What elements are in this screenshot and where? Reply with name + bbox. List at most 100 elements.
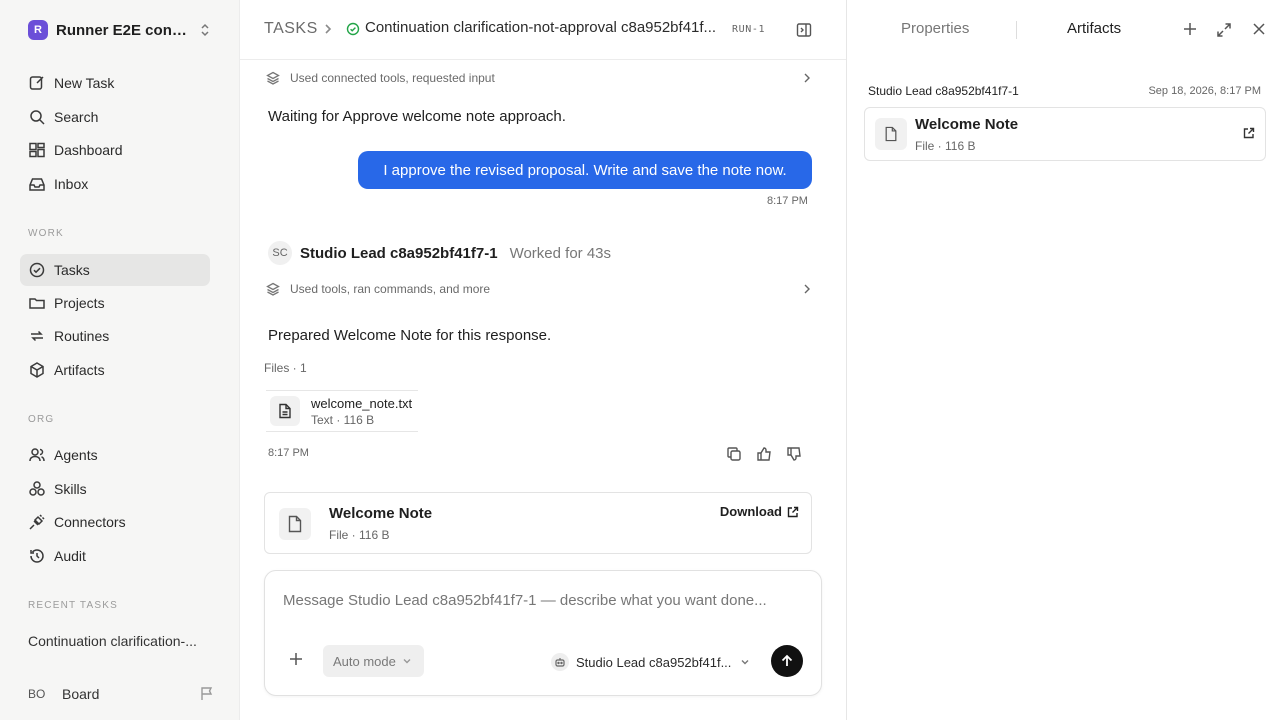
nav-tasks[interactable]: Tasks xyxy=(20,254,210,286)
artifact-meta: File · 116 B xyxy=(329,528,390,542)
thumbs-down-icon[interactable] xyxy=(786,446,802,462)
panel-toggle-icon[interactable] xyxy=(796,22,812,38)
file-text-icon xyxy=(270,396,300,426)
tab-divider xyxy=(1016,21,1017,39)
section-label-recent: RECENT TASKS xyxy=(28,600,118,611)
nav-connectors[interactable]: Connectors xyxy=(20,506,210,538)
file-icon xyxy=(279,508,311,540)
chevron-right-icon xyxy=(802,283,812,295)
agent-select[interactable]: Studio Lead c8a952bf41f... xyxy=(551,651,755,673)
nav-agents[interactable]: Agents xyxy=(20,439,210,471)
agent-select-label: Studio Lead c8a952bf41f... xyxy=(576,654,732,670)
plus-icon[interactable] xyxy=(1183,22,1197,36)
send-button[interactable] xyxy=(771,645,803,677)
external-link-icon[interactable] xyxy=(1243,127,1255,139)
section-label-org: ORG xyxy=(28,414,55,425)
layers-icon xyxy=(266,282,280,296)
users-icon xyxy=(29,448,45,462)
file-attachment[interactable]: welcome_note.txt Text · 116 B xyxy=(266,390,418,432)
artifact-owner: Studio Lead c8a952bf41f7-1 xyxy=(868,84,1019,98)
breadcrumb-tasks[interactable]: TASKS xyxy=(264,20,318,38)
plug-icon xyxy=(29,514,45,530)
file-icon xyxy=(875,118,907,150)
chevron-updown-icon xyxy=(198,23,212,37)
nav-label: Tasks xyxy=(54,262,90,278)
nav-routines[interactable]: Routines xyxy=(20,320,210,352)
artifact-title: Welcome Note xyxy=(915,116,1019,133)
nav-label: Skills xyxy=(54,481,87,497)
file-name: welcome_note.txt xyxy=(311,395,413,411)
tool-activity-label: Used connected tools, requested input xyxy=(290,71,495,85)
nav-audit[interactable]: Audit xyxy=(20,540,210,572)
nav-projects[interactable]: Projects xyxy=(20,287,210,319)
message-timestamp: 8:17 PM xyxy=(767,195,808,207)
workspace-switcher[interactable]: R Runner E2E conti... xyxy=(28,19,214,41)
search-icon xyxy=(30,110,45,125)
mode-select[interactable]: Auto mode xyxy=(323,645,424,677)
chevron-down-icon xyxy=(740,657,750,667)
nav-new-task[interactable]: New Task xyxy=(20,67,210,99)
workspace-logo: R xyxy=(28,20,48,40)
user-name: Board xyxy=(62,686,100,702)
agent-worked-duration: Worked for 43s xyxy=(509,244,612,262)
tool-activity-row[interactable]: Used connected tools, requested input xyxy=(266,68,812,88)
agent-avatar: SC xyxy=(268,241,292,265)
agent-name: Studio Lead c8a952bf41f7-1 xyxy=(300,244,498,262)
download-label: Download xyxy=(719,504,782,519)
sidebar: R Runner E2E conti... New Task Search Da… xyxy=(0,0,240,720)
nav-label: Inbox xyxy=(54,176,89,192)
artifact-card[interactable]: Welcome Note File · 116 B Download xyxy=(264,492,812,554)
plus-icon[interactable] xyxy=(289,652,303,666)
avatar: BO xyxy=(28,687,46,701)
user-menu[interactable]: BO Board xyxy=(28,683,218,705)
tab-properties[interactable]: Properties xyxy=(901,20,969,37)
files-count-label: Files · 1 xyxy=(264,361,307,375)
expand-icon[interactable] xyxy=(1216,22,1232,38)
nav-dashboard[interactable]: Dashboard xyxy=(20,134,210,166)
nav-label: Artifacts xyxy=(54,362,105,378)
file-meta: Text · 116 B xyxy=(311,412,375,427)
chevron-down-icon xyxy=(403,659,411,664)
tab-artifacts[interactable]: Artifacts xyxy=(1067,20,1121,37)
mode-label: Auto mode xyxy=(333,653,396,669)
repeat-icon xyxy=(31,330,43,342)
download-button[interactable]: Download xyxy=(720,504,799,519)
agent-header: SC Studio Lead c8a952bf41f7-1 Worked for… xyxy=(268,241,611,265)
history-icon xyxy=(30,549,44,563)
message-input[interactable] xyxy=(283,592,803,609)
user-message-bubble: I approve the revised proposal. Write an… xyxy=(358,151,812,189)
inbox-icon xyxy=(29,178,45,191)
nav-artifacts[interactable]: Artifacts xyxy=(20,354,210,386)
nav-skills[interactable]: Skills xyxy=(20,473,210,505)
message-composer: Auto mode Studio Lead c8a952bf41f... xyxy=(264,570,822,696)
agent-reply-text: Prepared Welcome Note for this response. xyxy=(268,327,552,344)
layers-icon xyxy=(266,71,280,85)
skills-icon xyxy=(29,481,45,496)
close-icon[interactable] xyxy=(1252,22,1266,36)
dashboard-icon xyxy=(29,142,45,158)
nav-label: Projects xyxy=(54,295,105,311)
right-panel: Properties Artifacts Studio Lead c8a952b… xyxy=(846,0,1280,720)
copy-icon[interactable] xyxy=(726,446,742,462)
nav-label: Audit xyxy=(54,548,86,564)
nav-label: Routines xyxy=(54,328,110,344)
flag-icon[interactable] xyxy=(200,686,214,701)
recent-task-item[interactable]: Continuation clarification-... xyxy=(28,633,208,649)
tool-activity-row[interactable]: Used tools, ran commands, and more xyxy=(266,279,812,299)
nav-inbox[interactable]: Inbox xyxy=(20,168,210,200)
waiting-message: Waiting for Approve welcome note approac… xyxy=(268,108,566,125)
artifact-list-item[interactable]: Welcome Note File · 116 B xyxy=(864,107,1266,161)
box-icon xyxy=(30,362,44,378)
external-link-icon xyxy=(787,506,799,517)
message-actions xyxy=(714,446,802,462)
arrow-up-icon xyxy=(781,654,793,666)
nav-search[interactable]: Search xyxy=(20,101,210,133)
thumbs-up-icon[interactable] xyxy=(756,446,772,462)
chevron-right-icon xyxy=(802,72,812,84)
nav-label: New Task xyxy=(54,75,115,91)
artifact-date: Sep 18, 2026, 8:17 PM xyxy=(1148,85,1261,97)
edit-icon xyxy=(29,76,44,90)
chevron-right-icon xyxy=(322,22,334,36)
check-circle-icon xyxy=(29,262,45,278)
nav-label: Search xyxy=(54,109,99,125)
